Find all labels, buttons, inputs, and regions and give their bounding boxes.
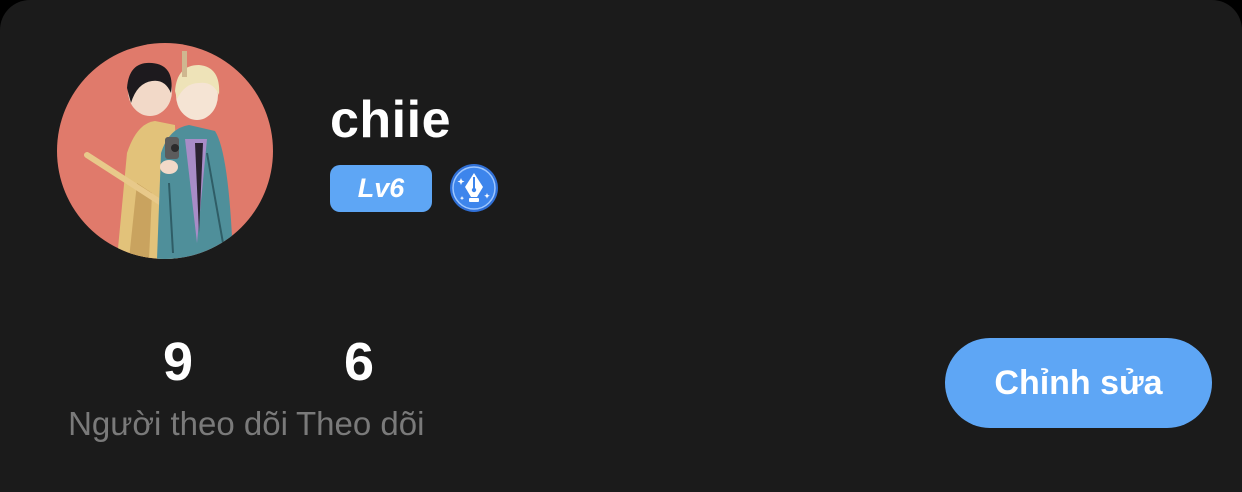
avatar[interactable]: [57, 43, 273, 259]
level-badge[interactable]: Lv6: [330, 165, 432, 212]
followers-label: Người theo dõi: [68, 405, 288, 442]
following-label: Theo dõi: [296, 405, 425, 442]
fountain-pen-badge-icon[interactable]: [449, 163, 499, 213]
username: chiie: [330, 91, 451, 149]
avatar-illustration: [57, 43, 273, 259]
followers-count: 9: [162, 332, 194, 392]
following-count: 6: [343, 332, 375, 392]
followers-stat[interactable]: 9 Người theo dõi: [60, 330, 296, 444]
edit-profile-button[interactable]: Chỉnh sửa: [945, 338, 1212, 428]
profile-card: chiie Lv6 9 Người theo dõi 6 Theo dõi Ch…: [0, 0, 1242, 492]
following-stat[interactable]: 6 Theo dõi: [296, 330, 425, 444]
